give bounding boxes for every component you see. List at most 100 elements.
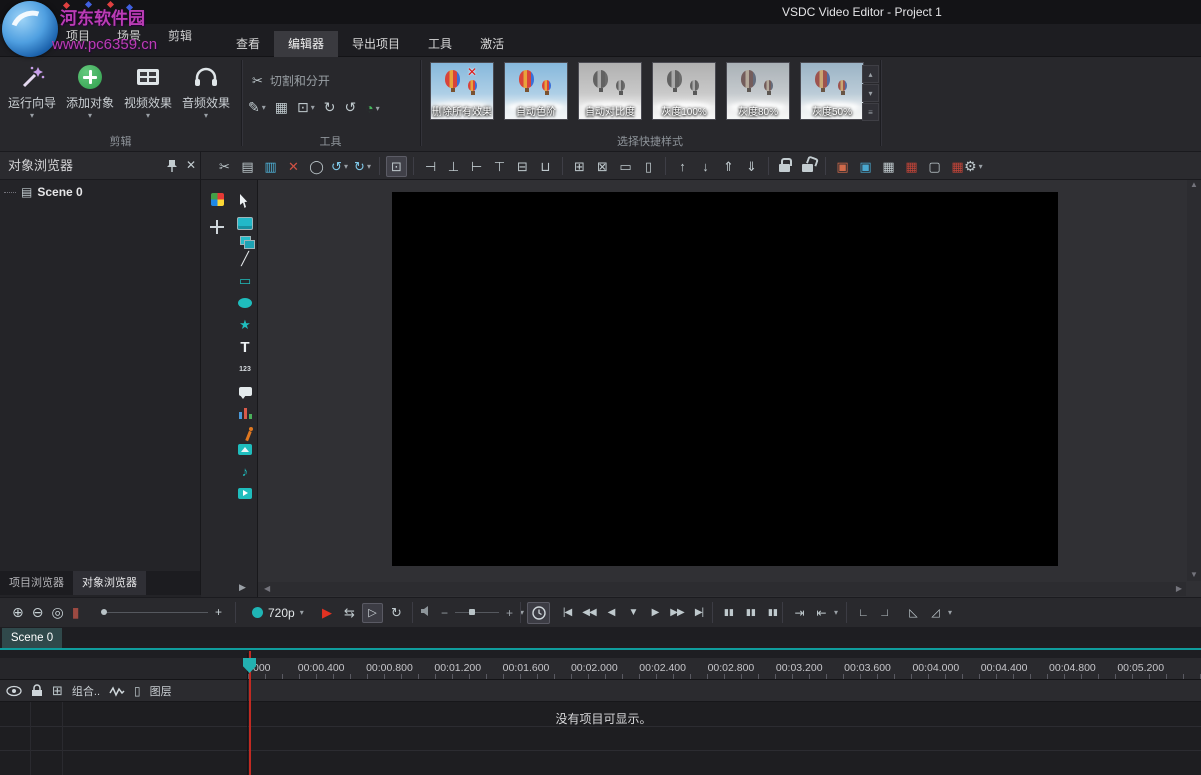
volume-minus-icon[interactable]: − bbox=[441, 606, 448, 620]
tab-object-browser[interactable]: 对象浏览器 bbox=[73, 571, 146, 595]
volume-plus-icon[interactable]: + bbox=[506, 606, 513, 620]
run-wizard-button[interactable]: 运行向导 ▾ bbox=[4, 60, 60, 121]
group-column-label[interactable]: 组合.. bbox=[72, 683, 100, 699]
undo-icon[interactable]: ↺ bbox=[329, 156, 350, 177]
cut-icon[interactable]: ✂ bbox=[214, 156, 235, 177]
send-to-back-icon[interactable]: ⇓ bbox=[741, 156, 762, 177]
marker-in-icon[interactable]: ∟ bbox=[852, 607, 874, 619]
align-right-icon[interactable]: ⊢ bbox=[466, 156, 487, 177]
split-at-start-icon[interactable]: ▮▮ bbox=[718, 607, 740, 618]
image-tool-icon[interactable] bbox=[234, 438, 256, 460]
style-remove-all-effects[interactable]: ✕ 删除所有效果 bbox=[430, 62, 494, 120]
redo-icon[interactable]: ↻ bbox=[352, 156, 373, 177]
line-tool-icon[interactable]: ╱ bbox=[234, 248, 256, 270]
waveform-icon[interactable] bbox=[109, 685, 125, 697]
close-panel-icon[interactable]: ✕ bbox=[186, 152, 196, 179]
ungroup-objects-icon[interactable]: ▣ bbox=[855, 156, 876, 177]
style-gray-50[interactable]: ✕ 灰度50% bbox=[800, 62, 864, 120]
rotate-ccw-icon[interactable]: ↺ bbox=[344, 99, 356, 116]
volume-slider[interactable] bbox=[455, 612, 499, 613]
gallery-up-icon[interactable]: ▴ bbox=[862, 65, 879, 83]
tooltip-tool-icon[interactable] bbox=[234, 380, 256, 402]
scroll-right-icon[interactable]: ▶ bbox=[1176, 582, 1182, 596]
volume-slider-handle[interactable] bbox=[469, 609, 475, 615]
scroll-up-icon[interactable]: ▲ bbox=[1190, 180, 1198, 189]
group-objects-icon[interactable]: ▣ bbox=[832, 156, 853, 177]
speaker-muted-icon[interactable] bbox=[420, 605, 434, 620]
frame-icon[interactable]: ▯ bbox=[134, 684, 141, 698]
fast-forward-icon[interactable]: ▶▶ bbox=[666, 607, 688, 618]
snapshot-icon[interactable]: ▮ bbox=[72, 604, 80, 621]
add-object-button[interactable]: 添加对象 ▾ bbox=[62, 60, 118, 121]
lock-icon[interactable] bbox=[31, 684, 43, 697]
fast-backward-icon[interactable]: ◀◀ bbox=[578, 607, 600, 618]
jump-prev-icon[interactable]: ⇤ bbox=[810, 606, 832, 620]
align-left-icon[interactable]: ⊣ bbox=[420, 156, 441, 177]
settings-gear-icon[interactable]: ⚙ bbox=[964, 155, 983, 177]
zoom-in-icon[interactable]: ⊕ bbox=[12, 604, 24, 621]
stop-icon[interactable]: ▼ bbox=[622, 607, 644, 618]
record-play-icon[interactable]: ▶ bbox=[322, 598, 332, 627]
go-to-start-icon[interactable]: |◀ bbox=[556, 607, 578, 618]
time-display-icon[interactable] bbox=[527, 602, 550, 624]
tab-activate[interactable]: 激活 bbox=[466, 31, 518, 57]
crop-icon[interactable]: ⊡ bbox=[297, 99, 315, 116]
resolution-selector[interactable]: 720p ▾ bbox=[252, 598, 304, 627]
scroll-left-icon[interactable]: ◀ bbox=[264, 582, 270, 596]
style-auto-contrast[interactable]: ✕ 自动对比度 bbox=[578, 62, 642, 120]
clear-selection-icon[interactable]: ◯ bbox=[306, 156, 327, 177]
rotate-cw-icon[interactable]: ↻ bbox=[324, 99, 336, 116]
bring-to-front-icon[interactable]: ⇑ bbox=[718, 156, 739, 177]
ellipse-tool-icon[interactable] bbox=[234, 292, 256, 314]
marker-out-icon[interactable]: ∟ bbox=[874, 607, 896, 619]
lock-icon[interactable] bbox=[775, 156, 796, 177]
loop-playback-icon[interactable]: ▷ bbox=[362, 603, 383, 623]
layers-icon[interactable]: ⊞ bbox=[52, 683, 63, 699]
align-middle-icon[interactable]: ⊟ bbox=[512, 156, 533, 177]
menu-item[interactable]: 剪辑 bbox=[168, 27, 192, 44]
freeshape-tool-icon[interactable]: ★ bbox=[234, 314, 256, 336]
unlock-icon[interactable] bbox=[798, 156, 819, 177]
chart-tool-icon[interactable] bbox=[234, 402, 256, 424]
text-tool-icon[interactable]: T bbox=[234, 336, 256, 358]
align-bottom-icon[interactable]: ⊔ bbox=[535, 156, 556, 177]
tab-export[interactable]: 导出项目 bbox=[338, 31, 414, 57]
vertical-scrollbar[interactable]: ▲ ▼ bbox=[1187, 180, 1201, 581]
gallery-expand-icon[interactable]: ≡ bbox=[862, 103, 879, 121]
zoom-out-icon[interactable]: ⊖ bbox=[32, 604, 44, 621]
scroll-down-icon[interactable]: ▼ bbox=[1187, 570, 1201, 579]
tab-tools[interactable]: 工具 bbox=[414, 31, 466, 57]
show-bounds-icon[interactable]: ▢ bbox=[924, 156, 945, 177]
strip-expand-icon[interactable]: ▶ bbox=[239, 582, 246, 593]
go-to-end-icon[interactable]: ▶| bbox=[688, 607, 710, 618]
audio-tool-icon[interactable]: ♪ bbox=[234, 460, 256, 482]
pin-icon[interactable] bbox=[166, 159, 178, 176]
fit-range-icon[interactable]: ⇆ bbox=[344, 598, 355, 627]
style-gray-100[interactable]: ✕ 灰度100% bbox=[652, 62, 716, 120]
jump-next-icon[interactable]: ⇥ bbox=[788, 606, 810, 620]
copy-icon[interactable]: ▤ bbox=[237, 156, 258, 177]
snap-to-grid-icon[interactable]: ▦ bbox=[901, 156, 922, 177]
move-down-icon[interactable]: ↓ bbox=[695, 156, 716, 177]
cut-split-button[interactable]: ✂ 切割和分开 bbox=[252, 72, 330, 89]
duplicate-tool-icon[interactable] bbox=[237, 234, 253, 248]
snap-grid-icon[interactable] bbox=[206, 188, 228, 210]
counter-tool-icon[interactable]: 123 bbox=[234, 358, 256, 380]
pointer-tool-icon[interactable] bbox=[234, 190, 256, 212]
same-height-icon[interactable]: ⊠ bbox=[592, 156, 613, 177]
edit-selection-icon[interactable]: ⊡ bbox=[386, 156, 407, 177]
same-width-icon[interactable]: ⊞ bbox=[569, 156, 590, 177]
split-at-cursor-icon[interactable]: ▮▮ bbox=[740, 607, 762, 618]
tab-view[interactable]: 查看 bbox=[222, 31, 274, 57]
style-auto-levels[interactable]: ✕ 自动色阶 bbox=[504, 62, 568, 120]
frames-icon[interactable]: ▦ bbox=[275, 99, 288, 116]
gallery-down-icon[interactable]: ▾ bbox=[862, 84, 879, 102]
step-back-icon[interactable]: ◀ bbox=[600, 607, 622, 618]
step-forward-icon[interactable]: ▶ bbox=[644, 607, 666, 618]
zoom-slider-handle[interactable] bbox=[101, 609, 107, 615]
cutter-icon[interactable]: ✎ bbox=[248, 99, 266, 116]
align-center-icon[interactable]: ⊥ bbox=[443, 156, 464, 177]
delete-icon[interactable]: ✕ bbox=[283, 156, 304, 177]
zoom-fit-icon[interactable]: ◎ bbox=[51, 604, 63, 621]
zoom-slider[interactable] bbox=[104, 612, 208, 613]
